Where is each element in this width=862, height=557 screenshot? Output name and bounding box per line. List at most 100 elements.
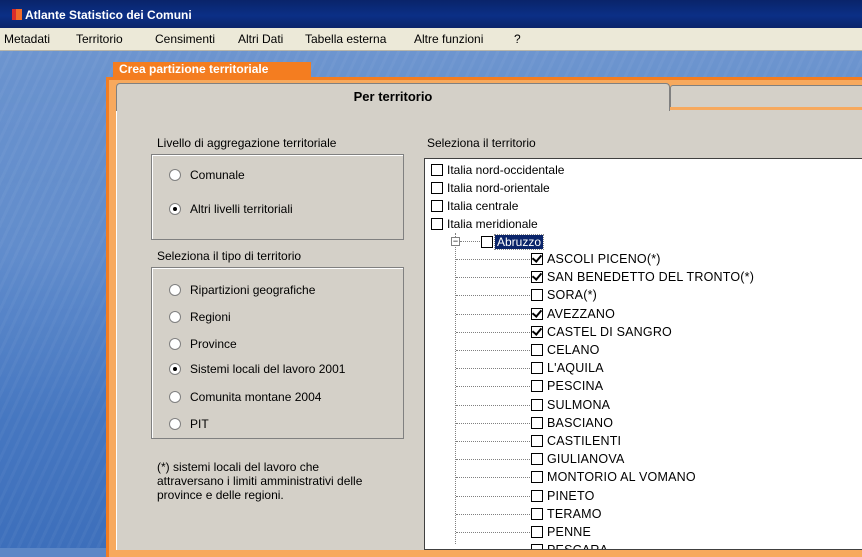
tree-item-teramo[interactable]: TERAMO [547,507,602,521]
tree-item-pescina[interactable]: PESCINA [547,379,603,393]
tree-item-montorio-al-vomano[interactable]: MONTORIO AL VOMANO [547,470,696,484]
radio-regioni-label: Regioni [190,310,231,324]
menu-bar: Metadati Territorio Censimenti Altri Dat… [0,28,862,51]
checkbox-italia-nord-occidentale[interactable] [431,164,443,176]
menu-tabella-esterna[interactable]: Tabella esterna [305,32,386,46]
tree-item-castilenti[interactable]: CASTILENTI [547,434,621,448]
radio-sistemi-locali-label: Sistemi locali del lavoro 2001 [190,362,346,376]
tree-connector [456,295,530,297]
window-title: Atlante Statistico dei Comuni [25,8,192,22]
tree-connector [456,532,530,533]
app-icon [12,9,22,20]
menu-help[interactable]: ? [514,32,521,46]
tree-connector [456,404,530,406]
footnote-line-1: (*) sistemi locali del lavoro che [157,460,320,474]
tree-item-avezzano[interactable]: AVEZZANO [547,307,615,321]
territory-label: Seleziona il territorio [427,136,536,150]
tree-item-italia-nord-orientale[interactable]: Italia nord-orientale [447,181,550,195]
checkbox-pineto[interactable] [531,489,543,502]
tree-item-sora[interactable]: SORA(*) [547,288,597,302]
tree-connector [456,277,530,279]
panel-title: Crea partizione territoriale [113,62,311,78]
footnote-line-2: attraversano i limiti amministrativi del… [157,474,363,488]
tree-item-italia-meridionale[interactable]: Italia meridionale [447,217,538,231]
tree-item-celano[interactable]: CELANO [547,343,600,357]
tree-item-l-aquila[interactable]: L'AQUILA [547,361,604,375]
tree-connector [456,368,530,370]
radio-pit-label: PIT [190,417,209,431]
checkbox-italia-centrale[interactable] [431,200,443,212]
radio-province[interactable] [169,338,181,350]
tree-item-basciano[interactable]: BASCIANO [547,416,613,430]
radio-pit[interactable] [169,418,181,430]
menu-territorio[interactable]: Territorio [76,32,123,46]
checkbox-italia-meridionale[interactable] [431,218,443,230]
checkbox-pescara[interactable] [531,544,543,549]
checkbox-ascoli-piceno[interactable] [531,253,543,265]
checkbox-pescina[interactable] [531,380,543,393]
radio-comunale[interactable] [169,169,181,181]
tree-item-castel-di-sangro[interactable]: CASTEL DI SANGRO [547,325,672,339]
tree-item-san-benedetto-del-tronto[interactable]: SAN BENEDETTO DEL TRONTO(*) [547,270,754,284]
tree-item-italia-centrale[interactable]: Italia centrale [447,199,518,213]
tree-connector [456,477,530,479]
tab-secondary[interactable] [670,85,862,107]
checkbox-montorio-al-vomano[interactable] [531,471,543,484]
tab-per-territorio[interactable]: Per territorio [116,83,670,111]
tree-connector-abruzzo [460,241,480,242]
checkbox-castilenti[interactable] [531,435,543,447]
radio-comunita-montane-label: Comunita montane 2004 [190,390,322,404]
radio-sistemi-locali[interactable] [169,363,181,375]
checkbox-giulianova[interactable] [531,453,543,466]
menu-metadati[interactable]: Metadati [4,32,50,46]
tree-connector [456,441,530,442]
checkbox-italia-nord-orientale[interactable] [431,182,443,194]
tree-item-giulianova[interactable]: GIULIANOVA [547,452,624,466]
radio-province-label: Province [190,337,237,351]
tree-item-ascoli-piceno[interactable]: ASCOLI PICENO(*) [547,252,661,266]
tree-connector [456,259,530,260]
radio-ripartizioni-label: Ripartizioni geografiche [190,283,316,297]
checkbox-basciano[interactable] [531,416,543,429]
tree-connector [456,313,530,315]
radio-comunale-label: Comunale [190,168,245,182]
menu-altre-funzioni[interactable]: Altre funzioni [414,32,483,46]
tree-item-penne[interactable]: PENNE [547,525,591,539]
checkbox-abruzzo[interactable] [481,236,493,248]
tree-connector [456,459,530,461]
radio-altri-livelli[interactable] [169,203,181,215]
checkbox-sora[interactable] [531,289,543,302]
radio-altri-livelli-label: Altri livelli territoriali [190,202,293,216]
tree-connector [456,513,530,515]
tree-item-italia-nord-occidentale[interactable]: Italia nord-occidentale [447,163,564,177]
radio-regioni[interactable] [169,311,181,323]
footnote-line-3: province e delle regioni. [157,488,284,502]
checkbox-avezzano[interactable] [531,307,543,320]
tree-item-sulmona[interactable]: SULMONA [547,398,610,412]
aggregation-group [151,154,404,240]
tree-item-abruzzo[interactable]: Abruzzo [493,234,545,250]
tree-connector [456,331,530,333]
aggregation-label: Livello di aggregazione territoriale [157,136,337,150]
collapse-icon[interactable]: − [451,237,460,246]
menu-censimenti[interactable]: Censimenti [155,32,215,46]
checkbox-penne[interactable] [531,526,543,538]
checkbox-san-benedetto-del-tronto[interactable] [531,271,543,284]
tree-item-pescara[interactable]: PESCARA [547,543,608,549]
type-label: Seleziona il tipo di territorio [157,249,302,263]
checkbox-sulmona[interactable] [531,398,543,411]
tree-connector [456,495,530,497]
radio-comunita-montane[interactable] [169,391,181,403]
title-bar: Atlante Statistico dei Comuni [0,0,862,28]
menu-altri-dati[interactable]: Altri Dati [238,32,283,46]
tree-connector-children [455,244,456,544]
tree-connector [456,386,530,388]
checkbox-teramo[interactable] [531,507,543,520]
tree-item-pineto[interactable]: PINETO [547,489,595,503]
checkbox-castel-di-sangro[interactable] [531,325,543,338]
radio-ripartizioni[interactable] [169,284,181,296]
checkbox-l-aquila[interactable] [531,362,543,375]
checkbox-celano[interactable] [531,344,543,356]
tree-connector [456,350,530,351]
territory-tree[interactable]: Italia nord-occidentale Italia nord-orie… [424,158,862,550]
